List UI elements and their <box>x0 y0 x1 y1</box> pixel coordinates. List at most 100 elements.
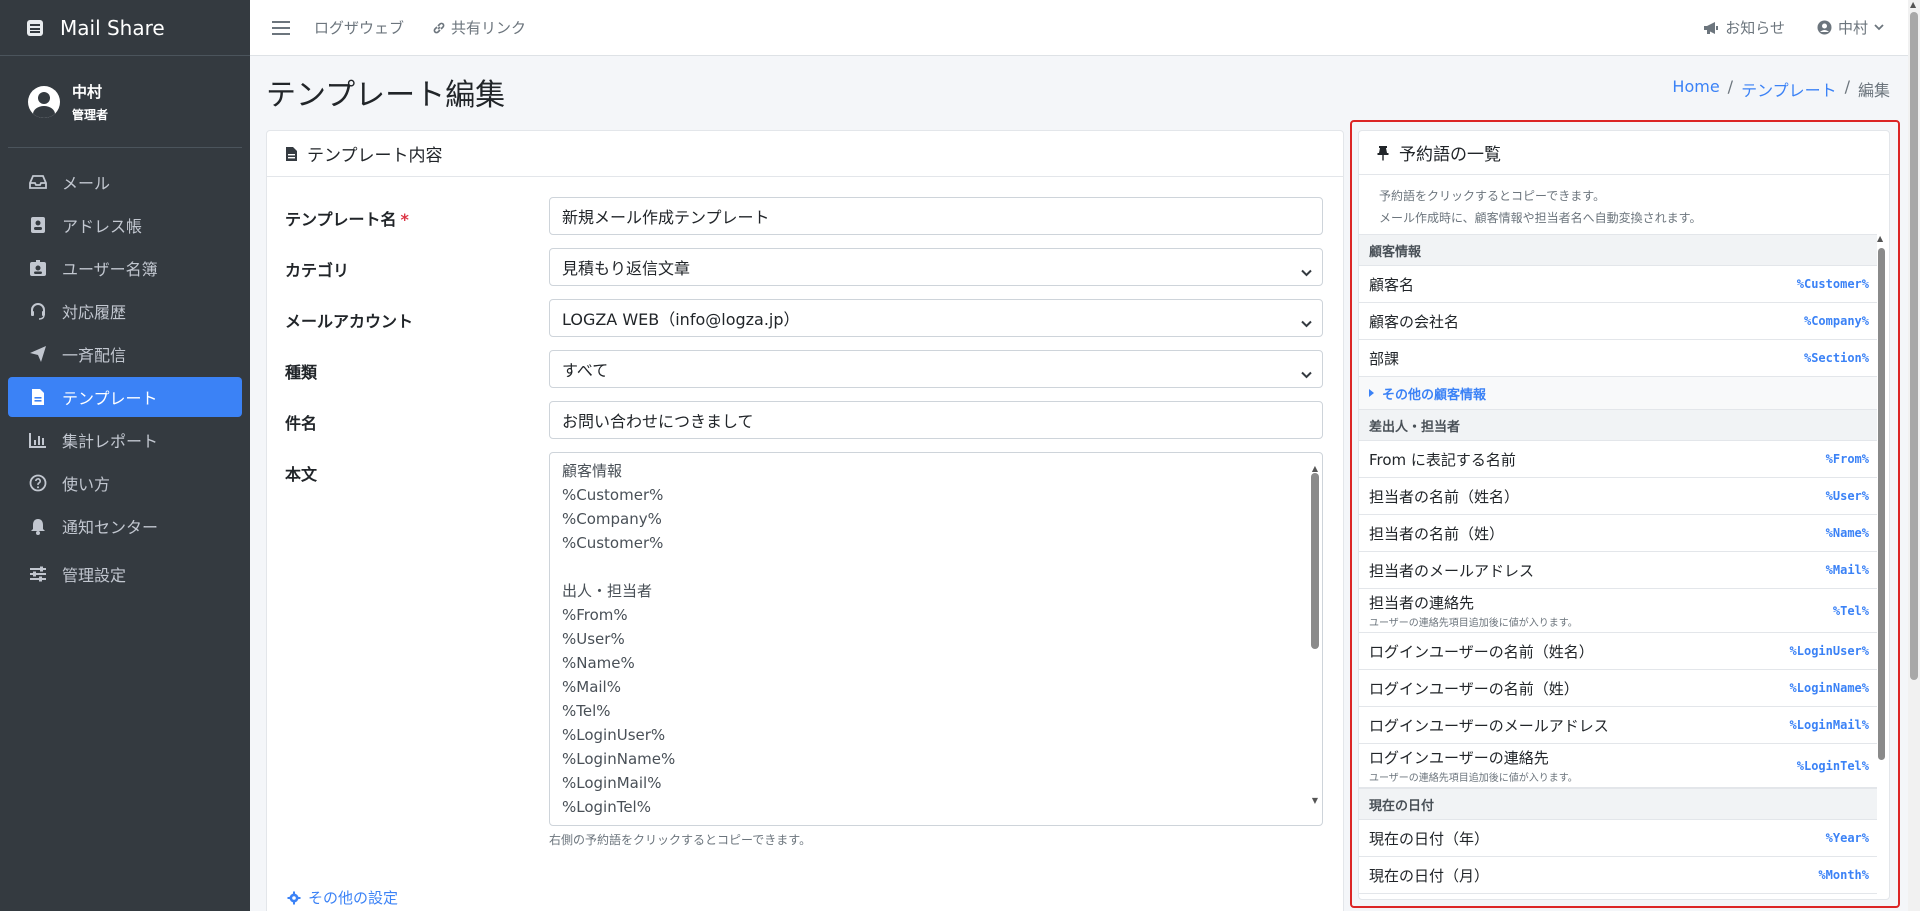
body-line: %LoginUser% <box>562 726 666 744</box>
body-textarea[interactable]: 顧客情報 %Customer% %Company% %Customer% 出人・… <box>549 452 1323 826</box>
body-line <box>562 555 1310 579</box>
word-code: %LoginUser% <box>1789 644 1869 658</box>
word-note: ユーザーの連絡先項目追加後に値が入ります。 <box>1369 618 1578 629</box>
sidebar-item-mail[interactable]: メール <box>8 162 242 202</box>
breadcrumb-home[interactable]: Home <box>1672 77 1719 101</box>
word-code: %Tel% <box>1832 603 1869 618</box>
body-line: %Tel% <box>562 702 611 720</box>
reserved-word-row[interactable]: ログインユーザーのメールアドレス %LoginMail% <box>1359 707 1877 744</box>
reserved-word-row[interactable]: 担当者のメールアドレス %Mail% <box>1359 552 1877 589</box>
caret-right-icon <box>1369 389 1374 397</box>
sidebar-item-help[interactable]: 使い方 <box>8 463 242 503</box>
inbox-icon <box>28 172 48 192</box>
reserved-word-row[interactable]: 顧客の会社名 %Company% <box>1359 303 1877 340</box>
scroll-up-icon[interactable]: ▲ <box>1877 234 1883 243</box>
category-value: 見積もり返信文章 <box>562 259 691 278</box>
sidebar-item-label: 使い方 <box>62 475 111 494</box>
subject-input[interactable]: お問い合わせにつきまして <box>549 401 1323 439</box>
body-line: %LoginTel% <box>562 798 651 816</box>
reserved-word-row[interactable]: 担当者の名前（姓名） %User% <box>1359 478 1877 515</box>
reserved-list-scrollbar[interactable]: ▲ <box>1877 234 1887 894</box>
reserved-words-list: 顧客情報 顧客名 %Customer% 顧客の会社名 %Company% 部課 %Se… <box>1359 234 1877 894</box>
sidebar-item-template[interactable]: テンプレート <box>8 377 242 417</box>
form-row-category: カテゴリ 見積もり返信文章 <box>285 248 1323 286</box>
word-label: 担当者の連絡先 <box>1369 594 1475 612</box>
file-icon <box>28 387 48 407</box>
group-header-sender: 差出人・担当者 <box>1359 409 1877 441</box>
scroll-down-icon[interactable]: ▼ <box>1310 789 1320 813</box>
reserved-word-row[interactable]: 部課 %Section% <box>1359 340 1877 377</box>
sidebar-item-address-book[interactable]: アドレス帳 <box>8 205 242 245</box>
scrollbar-thumb[interactable] <box>1910 12 1918 680</box>
body-help-text: 右側の予約語をクリックするとコピーできます。 <box>549 833 812 847</box>
reserved-word-row[interactable]: ログインユーザーの連絡先 ユーザーの連絡先項目追加後に値が入ります。 %LoginT… <box>1359 744 1877 788</box>
reserved-word-row[interactable]: 顧客名 %Customer% <box>1359 266 1877 303</box>
other-settings-link[interactable]: その他の設定 <box>287 887 398 908</box>
sidebar-item-broadcast[interactable]: 一斉配信 <box>8 334 242 374</box>
share-link-label: 共有リンク <box>451 19 527 37</box>
card-title: テンプレート内容 <box>307 146 443 166</box>
scrollbar-thumb[interactable] <box>1878 248 1885 760</box>
category-select[interactable]: 見積もり返信文章 <box>549 248 1323 286</box>
sidebar: Mail Share 中村 管理者 メール アドレス帳 ユーザー名簿 対応履歴 … <box>0 0 250 911</box>
sidebar-item-user-list[interactable]: ユーザー名簿 <box>8 248 242 288</box>
page-scrollbar[interactable]: ▲ <box>1908 0 1920 911</box>
scroll-up-icon[interactable]: ▲ <box>1910 0 1916 9</box>
share-link[interactable]: 共有リンク <box>432 17 526 38</box>
word-label: ログインユーザーの名前（姓） <box>1369 679 1579 698</box>
word-label: 顧客名 <box>1369 275 1415 294</box>
reserved-word-row[interactable]: ログインユーザーの名前（姓名） %LoginUser% <box>1359 633 1877 670</box>
breadcrumb-templates[interactable]: テンプレート <box>1741 77 1837 101</box>
sidebar-item-label: 通知センター <box>62 518 159 537</box>
brand-name: Mail Share <box>60 15 165 40</box>
template-name-label-text: テンプレート名 <box>285 210 397 229</box>
reserved-words-title: 予約語の一覧 <box>1399 145 1501 165</box>
sidebar-item-label: 管理設定 <box>62 566 127 585</box>
card-header: テンプレート内容 <box>267 131 1343 177</box>
sidebar-item-admin-settings[interactable]: 管理設定 <box>8 554 242 594</box>
reserved-words-header: 予約語の一覧 <box>1359 131 1889 175</box>
type-select[interactable]: すべて <box>549 350 1323 388</box>
brand[interactable]: Mail Share <box>0 0 250 56</box>
template-name-input[interactable]: 新規メール作成テンプレート <box>549 197 1323 235</box>
type-label: 種類 <box>285 363 318 382</box>
reserved-word-row[interactable]: 現在の日付（年） %Year% <box>1359 820 1877 857</box>
scrollbar-thumb[interactable] <box>1311 473 1319 649</box>
body-line: %Customer% <box>562 534 664 552</box>
breadcrumb-separator: / <box>1844 77 1850 96</box>
logzaweb-link[interactable]: ログザウェブ <box>314 17 404 38</box>
sidebar-item-label: テンプレート <box>62 389 158 408</box>
textarea-scrollbar[interactable]: ▲ ▼ <box>1310 457 1320 821</box>
menu-toggle-icon[interactable] <box>272 20 290 35</box>
type-value: すべて <box>562 361 609 380</box>
chart-icon <box>28 430 48 450</box>
sidebar-item-report[interactable]: 集計レポート <box>8 420 242 460</box>
reserved-word-row[interactable]: 現在の日付（月） %Month% <box>1359 857 1877 894</box>
sidebar-item-history[interactable]: 対応履歴 <box>8 291 242 331</box>
file-alt-icon <box>285 146 299 162</box>
user-menu[interactable]: 中村 <box>1817 17 1884 38</box>
group-header-date: 現在の日付 <box>1359 788 1877 820</box>
word-code: %Month% <box>1818 868 1869 882</box>
sidebar-item-label: メール <box>62 174 111 193</box>
group-header-customer: 顧客情報 <box>1359 234 1877 266</box>
paper-plane-icon <box>28 344 48 364</box>
chevron-down-icon <box>1874 24 1884 31</box>
notices-link[interactable]: お知らせ <box>1703 17 1785 38</box>
reserved-word-row[interactable]: From に表記する名前 %From% <box>1359 441 1877 478</box>
sidebar-item-label: ユーザー名簿 <box>62 260 158 279</box>
body-line: %Name% <box>562 654 635 672</box>
body-label: 本文 <box>285 465 318 484</box>
sliders-icon <box>28 564 48 584</box>
mail-account-select[interactable]: LOGZA WEB（info@logza.jp） <box>549 299 1323 337</box>
reserved-word-row[interactable]: 担当者の名前（姓） %Name% <box>1359 515 1877 552</box>
reserved-words-description: 予約語をクリックするとコピーできます。 メール作成時に、顧客情報や担当者名へ自動… <box>1359 175 1889 231</box>
reserved-word-row[interactable]: 担当者の連絡先ユーザーの連絡先項目追加後に値が入ります。 %Tel% <box>1359 589 1877 633</box>
sidebar-item-notifications[interactable]: 通知センター <box>8 506 242 546</box>
form-row-account: メールアカウント LOGZA WEB（info@logza.jp） <box>285 299 1323 337</box>
reserved-word-row[interactable]: ログインユーザーの名前（姓） %LoginName% <box>1359 670 1877 707</box>
sidebar-item-label: 集計レポート <box>62 432 159 451</box>
more-customer-info-toggle[interactable]: その他の顧客情報 <box>1359 377 1877 409</box>
id-card-icon <box>28 258 48 278</box>
user-panel[interactable]: 中村 管理者 <box>8 56 242 148</box>
